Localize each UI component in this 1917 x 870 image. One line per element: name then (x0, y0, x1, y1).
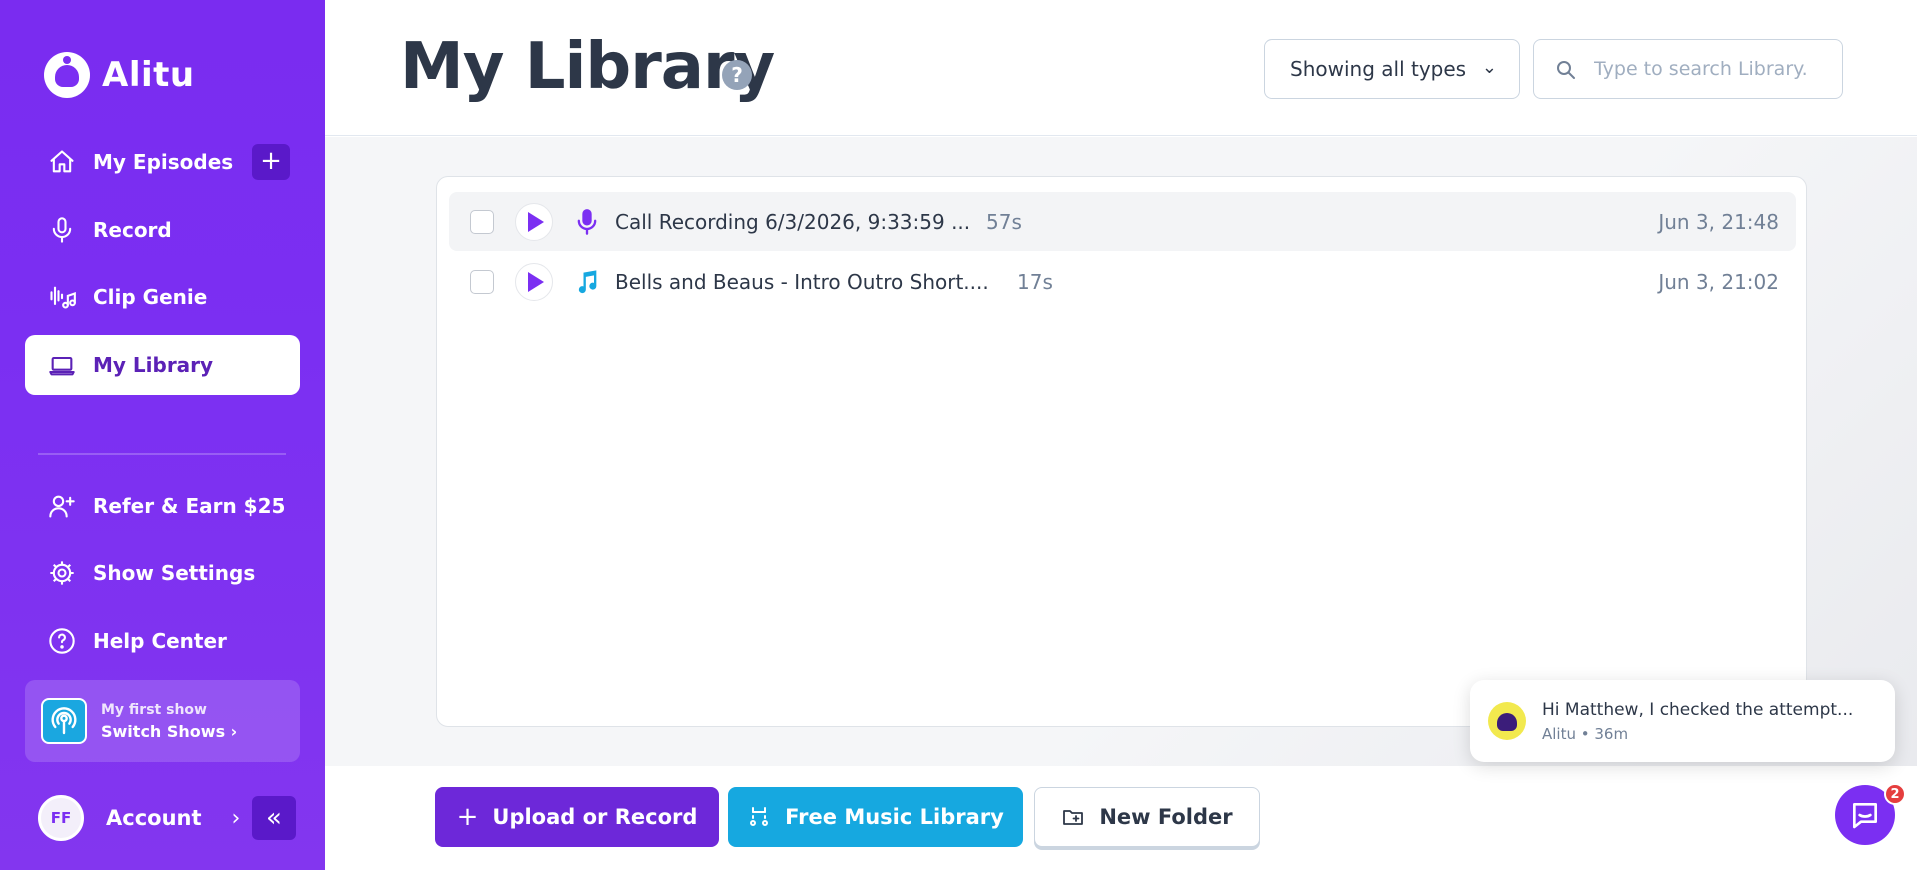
sidebar-item-refer-earn[interactable]: Refer & Earn $25 (25, 476, 300, 536)
type-filter-select[interactable]: Showing all types ⌄ (1264, 39, 1520, 99)
sidebar-item-my-library[interactable]: My Library (25, 335, 300, 395)
row-date: Jun 3, 21:48 (1658, 209, 1779, 234)
chevron-down-icon: ⌄ (1481, 57, 1497, 78)
library-row[interactable]: Bells and Beaus - Intro Outro Short.... … (449, 252, 1796, 311)
home-icon (47, 147, 77, 177)
sidebar: Alitu My Episodes + Record Clip Genie My… (0, 0, 325, 870)
sidebar-item-clip-genie[interactable]: Clip Genie (25, 267, 300, 327)
help-circle-icon (47, 626, 77, 656)
search-input[interactable] (1594, 58, 1834, 80)
app-name: Alitu (102, 55, 195, 95)
collapse-sidebar-button[interactable]: « (252, 796, 296, 840)
sidebar-item-help-center[interactable]: Help Center (25, 611, 300, 671)
sidebar-item-label: Show Settings (93, 561, 256, 585)
sidebar-divider (38, 453, 286, 455)
row-duration: 17s (1017, 269, 1053, 294)
row-title[interactable]: Bells and Beaus - Intro Outro Short.... (615, 270, 989, 294)
library-content: Call Recording 6/3/2026, 9:33:59 ... 57s… (325, 137, 1917, 766)
sidebar-item-label: Help Center (93, 629, 227, 653)
gear-icon (47, 558, 77, 588)
sidebar-item-label: My Episodes (93, 150, 234, 174)
sidebar-item-label: Record (93, 218, 172, 242)
row-duration: 57s (986, 209, 1022, 234)
folder-plus-icon (1063, 810, 1084, 825)
switch-shows-card[interactable]: My first show Switch Shows › (25, 680, 300, 762)
sidebar-item-label: Refer & Earn $25 (93, 494, 286, 518)
chat-icon (1853, 803, 1877, 829)
row-checkbox[interactable] (470, 269, 494, 294)
library-row[interactable]: Call Recording 6/3/2026, 9:33:59 ... 57s… (449, 192, 1796, 251)
chat-avatar (1488, 702, 1526, 740)
chat-notification[interactable]: Hi Matthew, I checked the attempt... Ali… (1470, 680, 1895, 762)
upload-or-record-button[interactable]: + Upload or Record (435, 787, 719, 847)
chat-meta: Alitu • 36m (1542, 724, 1629, 743)
show-name: My first show (101, 701, 207, 718)
chevron-right-icon: › (231, 805, 241, 831)
search-box (1533, 39, 1843, 99)
folder-label: New Folder (1099, 805, 1233, 829)
microphone-icon (47, 215, 77, 245)
alitu-logo[interactable]: Alitu (44, 52, 195, 98)
page-header: My Library ? Showing all types ⌄ (325, 0, 1917, 136)
clip-genie-icon (47, 282, 77, 312)
help-icon[interactable]: ? (722, 60, 752, 90)
sidebar-item-label: My Library (93, 353, 214, 377)
page-title: My Library (400, 30, 775, 104)
laptop-icon (47, 350, 77, 380)
music-note-icon (578, 269, 597, 293)
row-title[interactable]: Call Recording 6/3/2026, 9:33:59 ... (615, 210, 970, 234)
switch-shows-label: Switch Shows › (101, 722, 237, 741)
music-label: Free Music Library (785, 805, 1004, 829)
account-label: Account (106, 806, 202, 830)
alitu-logo-icon (44, 52, 90, 98)
row-checkbox[interactable] (470, 209, 494, 234)
play-button[interactable] (515, 262, 553, 301)
free-music-library-button[interactable]: Free Music Library (728, 787, 1023, 847)
chat-message: Hi Matthew, I checked the attempt... (1542, 699, 1854, 720)
new-folder-button[interactable]: New Folder (1034, 787, 1260, 847)
library-list: Call Recording 6/3/2026, 9:33:59 ... 57s… (436, 176, 1807, 727)
type-filter-value: Showing all types (1290, 57, 1467, 81)
upload-label: Upload or Record (492, 805, 698, 829)
row-date: Jun 3, 21:02 (1658, 269, 1779, 294)
search-icon (1557, 61, 1575, 79)
podcast-icon (41, 698, 87, 744)
play-button[interactable] (515, 202, 553, 241)
sidebar-item-my-episodes[interactable]: My Episodes + (25, 132, 300, 192)
music-icon (750, 807, 769, 826)
sidebar-item-label: Clip Genie (93, 285, 208, 309)
account-menu[interactable]: FF Account › (38, 795, 240, 841)
chevron-right-icon: › (230, 721, 238, 741)
sidebar-item-record[interactable]: Record (25, 200, 300, 260)
microphone-icon (577, 208, 597, 235)
add-user-icon (47, 491, 77, 521)
avatar: FF (38, 795, 84, 841)
switch-shows-text: Switch Shows (101, 721, 226, 741)
add-episode-button[interactable]: + (252, 144, 290, 180)
unread-badge: 2 (1884, 783, 1906, 805)
sidebar-item-show-settings[interactable]: Show Settings (25, 543, 300, 603)
plus-icon: + (456, 802, 479, 832)
action-bar: + Upload or Record Free Music Library Ne… (325, 766, 1917, 870)
